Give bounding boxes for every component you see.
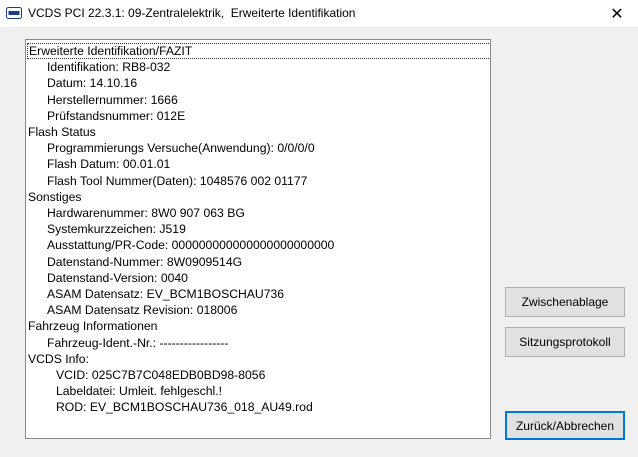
title-bar: VCDS PCI 22.3.1: 09-Zentralelektrik, Erw… [0, 0, 638, 27]
list-item[interactable]: Flash Datum: 00.01.01 [26, 156, 170, 172]
vcds-app-icon [6, 7, 22, 19]
list-group-header[interactable]: Sonstiges [26, 189, 82, 205]
list-item[interactable]: Datenstand-Nummer: 8W0909514G [26, 254, 242, 270]
back-cancel-button[interactable]: Zurück/Abbrechen [505, 411, 625, 440]
list-item[interactable]: Labeldatei: Umleit. fehlgeschl.! [26, 383, 222, 399]
list-item[interactable]: Prüfstandsnummer: 012E [26, 108, 185, 124]
list-item[interactable]: Datenstand-Version: 0040 [26, 270, 188, 286]
list-item[interactable]: Programmierungs Versuche(Anwendung): 0/0… [26, 140, 315, 156]
identification-listbox[interactable]: Erweiterte Identifikation/FAZIT Identifik… [25, 39, 491, 439]
list-group-header[interactable]: Erweiterte Identifikation/FAZIT [27, 43, 490, 59]
clipboard-button[interactable]: Zwischenablage [505, 287, 625, 317]
list-item[interactable]: ROD: EV_BCM1BOSCHAU736_018_AU49.rod [26, 399, 313, 415]
list-item[interactable]: Systemkurzzeichen: J519 [26, 221, 186, 237]
list-item[interactable]: VCID: 025C7B7C048EDB0BD98-8056 [26, 367, 265, 383]
list-item[interactable]: Hardwarenummer: 8W0 907 063 BG [26, 205, 245, 221]
list-item[interactable]: Ausstattung/PR-Code: 0000000000000000000… [26, 237, 334, 253]
window-title: VCDS PCI 22.3.1: 09-Zentralelektrik, Erw… [28, 6, 356, 20]
list-group-header[interactable]: Flash Status [26, 124, 96, 140]
list-group-header[interactable]: VCDS Info: [26, 351, 89, 367]
list-item[interactable]: ASAM Datensatz: EV_BCM1BOSCHAU736 [26, 286, 284, 302]
list-item[interactable]: Identifikation: RB8-032 [26, 59, 170, 75]
close-icon: ✕ [610, 5, 624, 23]
list-item[interactable]: Datum: 14.10.16 [26, 75, 137, 91]
list-item[interactable]: ASAM Datensatz Revision: 018006 [26, 302, 237, 318]
list-item[interactable]: Flash Tool Nummer(Daten): 1048576 002 01… [26, 173, 307, 189]
close-button[interactable]: ✕ [596, 0, 638, 27]
session-log-button[interactable]: Sitzungsprotokoll [505, 327, 625, 357]
list-item[interactable]: Fahrzeug-Ident.-Nr.: ----------------- [26, 335, 228, 351]
list-item[interactable]: Herstellernummer: 1666 [26, 92, 178, 108]
list-group-header[interactable]: Fahrzeug Informationen [26, 318, 157, 334]
